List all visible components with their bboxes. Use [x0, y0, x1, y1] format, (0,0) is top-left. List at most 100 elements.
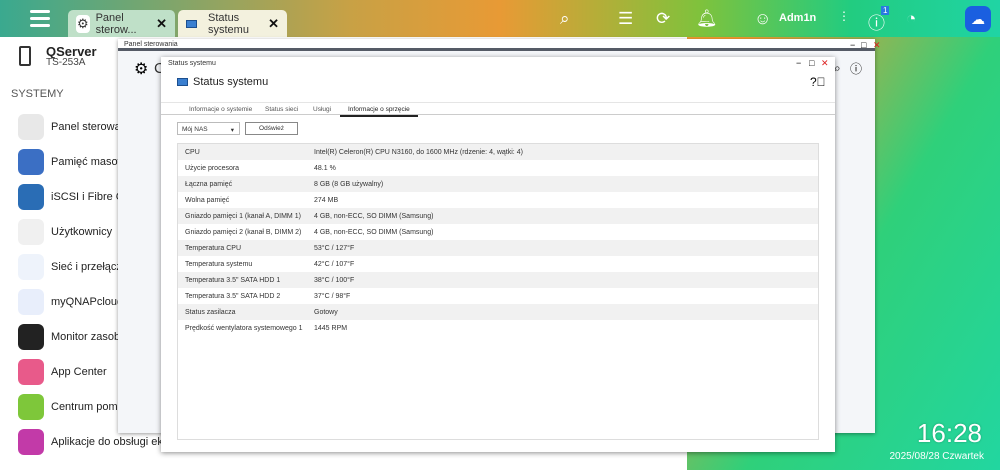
sidebar-app[interactable]: myQNAPcloud [18, 289, 123, 315]
row-value: 48.1 % [314, 164, 336, 172]
sidebar-app[interactable]: Pamięć masowa [18, 149, 132, 175]
close-icon[interactable]: ✕ [873, 40, 881, 51]
row-label: Gniazdo pamięci 1 (kanał A, DIMM 1) [185, 212, 301, 220]
table-row: Prędkość wentylatora systemowego 1 1445 R… [178, 320, 818, 336]
app-icon [18, 394, 44, 420]
help-icon[interactable]: ⓘ [850, 60, 862, 77]
table-row: Łączna pamięć 8 GB (8 GB używalny) [178, 176, 818, 192]
app-label: App Center [51, 366, 107, 378]
tab-system-info[interactable]: Informacje o systemie [189, 106, 252, 113]
search-icon[interactable]: ⌕ [834, 61, 841, 76]
row-value: 4 GB, non-ECC, SO DIMM (Samsung) [314, 212, 434, 220]
row-value: 53°C / 127°F [314, 244, 355, 252]
search-icon[interactable]: ⌕ [560, 9, 570, 29]
top-bar: ⚙ Panel sterow... ✕ Status systemu ✕ ⌕ ☰ ⟳ … [0, 0, 1000, 37]
close-icon[interactable]: ✕ [268, 16, 279, 32]
tab-services[interactable]: Usługi [313, 106, 331, 113]
row-value: 274 MB [314, 196, 339, 204]
user-icon[interactable]: ☺ [754, 9, 771, 29]
app-icon [18, 254, 44, 280]
app-label: Użytkownicy [51, 226, 113, 238]
table-row: CPU Intel(R) Celeron(R) CPU N3160, do 160… [178, 144, 818, 160]
row-value: 37°C / 98°F [314, 292, 351, 300]
close-icon[interactable]: ✕ [821, 58, 829, 69]
table-row: Status zasilacza Gotowy [178, 304, 818, 320]
row-value: 8 GB (8 GB używalny) [314, 180, 384, 188]
nas-select-value: Mój NAS [182, 126, 208, 133]
row-label: Wolna pamięć [185, 196, 230, 204]
nas-select[interactable]: Mój NAS ▾ [177, 122, 240, 135]
server-model: TS-253A [46, 57, 86, 68]
help-icon[interactable]: ?⃝ [810, 75, 826, 89]
table-row: Temperatura systemu 42°C / 107°F [178, 256, 818, 272]
app-icon [18, 359, 44, 385]
more-icon[interactable]: ⋮ [838, 9, 850, 23]
row-label: CPU [185, 148, 200, 156]
table-row: Temperatura 3.5" SATA HDD 1 38°C / 100°F [178, 272, 818, 288]
row-value: 42°C / 107°F [314, 260, 355, 268]
app-icon [18, 219, 44, 245]
row-label: Gniazdo pamięci 2 (kanał B, DIMM 2) [185, 228, 302, 236]
hardware-info-table: CPU Intel(R) Celeron(R) CPU N3160, do 160… [177, 143, 819, 440]
sidebar-app[interactable]: Sieć i przełączni [18, 254, 130, 280]
tab-status-systemu[interactable]: Status systemu ✕ [178, 10, 287, 37]
clock-date: 2025/08/28 Czwartek [889, 451, 984, 462]
row-label: Status zasilacza [185, 308, 236, 316]
bell-icon[interactable]: 🔔︎ [696, 9, 718, 29]
row-label: Temperatura 3.5" SATA HDD 1 [185, 276, 281, 284]
table-row: Temperatura CPU 53°C / 127°F [178, 240, 818, 256]
app-icon [18, 114, 44, 140]
monitor-icon [177, 78, 188, 86]
app-icon [18, 324, 44, 350]
status-window: Status systemu − □ ✕ Status systemu ?⃝ I… [161, 57, 835, 452]
gear-icon: ⚙ [76, 14, 90, 33]
server-icon [19, 46, 31, 66]
refresh-button[interactable]: Odśwież [245, 122, 298, 135]
monitor-icon [186, 15, 202, 33]
minimize-icon[interactable]: − [796, 58, 801, 68]
gear-icon: ⚙ [134, 61, 149, 78]
window-title: Status systemu [168, 60, 216, 67]
clock-time: 16:28 [916, 418, 982, 448]
row-value: Gotowy [314, 308, 338, 316]
table-row: Gniazdo pamięci 1 (kanał A, DIMM 1) 4 GB,… [178, 208, 818, 224]
app-icon [18, 149, 44, 175]
notification-badge: 1 [881, 6, 890, 15]
menu-icon[interactable] [30, 10, 50, 28]
minimize-icon[interactable]: − [850, 40, 855, 50]
row-value: 4 GB, non-ECC, SO DIMM (Samsung) [314, 228, 434, 236]
tab-panel-sterowania[interactable]: ⚙ Panel sterow... ✕ [68, 10, 175, 37]
app-label: Aplikacje do obsługi ekr... [51, 436, 176, 448]
row-label: Użycie procesora [185, 164, 240, 172]
row-label: Temperatura 3.5" SATA HDD 2 [185, 292, 281, 300]
app-icon [18, 184, 44, 210]
table-row: Temperatura 3.5" SATA HDD 2 37°C / 98°F [178, 288, 818, 304]
section-title: SYSTEMY [11, 88, 64, 100]
sidebar-app[interactable]: Monitor zasobów [18, 324, 134, 350]
tab-network-status[interactable]: Status sieci [265, 106, 298, 113]
app-icon [18, 289, 44, 315]
sidebar-app[interactable]: App Center [18, 359, 107, 385]
maximize-icon[interactable]: □ [861, 40, 866, 50]
row-value: 1445 RPM [314, 324, 348, 332]
sidebar-app[interactable]: Użytkownicy [18, 219, 112, 245]
row-label: Łączna pamięć [185, 180, 233, 188]
app-label: myQNAPcloud [51, 296, 124, 308]
tasks-icon[interactable]: ☰ [618, 9, 633, 29]
window-title: Panel sterowania [124, 41, 178, 48]
maximize-icon[interactable]: □ [809, 58, 814, 68]
tab-label: Status systemu [208, 11, 249, 36]
table-row: Gniazdo pamięci 2 (kanał B, DIMM 2) 4 GB,… [178, 224, 818, 240]
sync-icon[interactable]: ⟳ [656, 9, 670, 29]
dashboard-icon[interactable]: ◔ [906, 9, 916, 29]
app-icon [18, 429, 44, 455]
tab-label: Panel sterow... [95, 11, 137, 36]
cloud-icon[interactable]: ☁ [965, 6, 991, 32]
row-label: Temperatura systemu [185, 260, 253, 268]
table-row: Użycie procesora 48.1 % [178, 160, 818, 176]
close-icon[interactable]: ✕ [156, 16, 167, 32]
row-value: Intel(R) Celeron(R) CPU N3160, do 1600 M… [314, 148, 523, 156]
tab-hardware-info[interactable]: Informacje o sprzęcie [340, 106, 418, 117]
user-menu[interactable]: Adm1n [779, 12, 816, 24]
table-row: Wolna pamięć 274 MB [178, 192, 818, 208]
